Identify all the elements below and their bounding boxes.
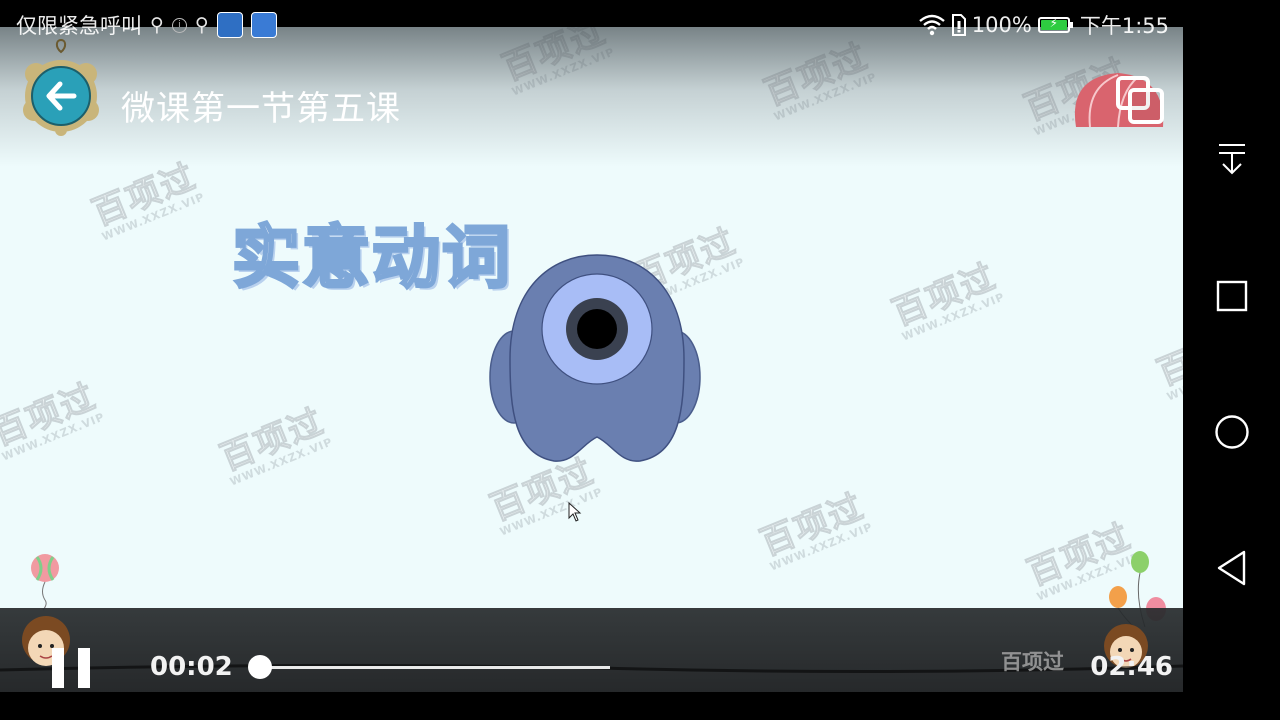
- recent-apps-icon: [1216, 280, 1248, 312]
- battery-percent: 100%: [971, 13, 1032, 37]
- total-time: 02:46: [1090, 652, 1173, 682]
- info-icon: i: [171, 17, 187, 33]
- navigation-bar: [1183, 0, 1280, 720]
- mouse-cursor-icon: [568, 502, 582, 522]
- balloon-decoration-icon: [31, 554, 59, 611]
- pull-down-icon: [1219, 144, 1245, 175]
- picture-in-picture-icon: [1116, 76, 1164, 124]
- brand-watermark: 百项过: [1001, 650, 1064, 674]
- back-nav-button[interactable]: [1207, 543, 1257, 593]
- usb-icon: ⚲: [150, 14, 164, 36]
- battery-charging-icon: ⚡: [1037, 16, 1073, 33]
- pause-icon: [52, 648, 64, 688]
- app-notification-icon: [250, 12, 277, 38]
- floating-window-button[interactable]: [1112, 72, 1168, 128]
- bottom-letterbox: [0, 692, 1183, 720]
- back-icon: [1217, 550, 1246, 586]
- sim-icon: [951, 14, 966, 36]
- current-time: 00:02: [150, 652, 233, 682]
- video-control-bar: 00:02 百项过 02:46: [0, 608, 1183, 692]
- phone-screen: 百项过 WWW.XXZX.VIP 百项过 WWW.XXZX.VIP 百项过 WW…: [0, 0, 1280, 720]
- watermark: 百项过 WWW.XXZX.VIP: [755, 486, 875, 574]
- pause-button[interactable]: [52, 648, 90, 688]
- home-icon: [1215, 415, 1249, 449]
- cartoon-character: [489, 254, 701, 462]
- video-title: 微课第一节第五课: [121, 89, 401, 129]
- home-button[interactable]: [1207, 407, 1257, 457]
- back-button[interactable]: [22, 38, 100, 136]
- carrier-status: 仅限紧急呼叫: [16, 14, 142, 38]
- clock-back-icon: [23, 38, 99, 136]
- clock: 下午1:55: [1079, 14, 1169, 38]
- app-notification-icon: [216, 12, 243, 38]
- recent-apps-button[interactable]: [1207, 271, 1257, 321]
- seek-bar[interactable]: [248, 655, 610, 679]
- watermark: 百项过 WWW.XXZX.VIP: [0, 376, 107, 464]
- watermark: 百项过 WWW.XXZX.VIP: [887, 256, 1007, 344]
- pause-icon: [78, 648, 90, 688]
- slide-heading: 实意动词: [230, 218, 513, 300]
- seek-bar-thumb[interactable]: [248, 655, 273, 679]
- usb-icon: ⚲: [194, 14, 209, 36]
- watermark: 百项过 WWW.XXZX.VIP: [1152, 316, 1183, 404]
- wifi-icon: [919, 14, 945, 36]
- pull-down-button[interactable]: [1207, 135, 1257, 185]
- status-bar: 仅限紧急呼叫 ⚲ i ⚲ 100% ⚡ 下午1:55: [0, 0, 1183, 48]
- watermark: 百项过 WWW.XXZX.VIP: [215, 401, 335, 489]
